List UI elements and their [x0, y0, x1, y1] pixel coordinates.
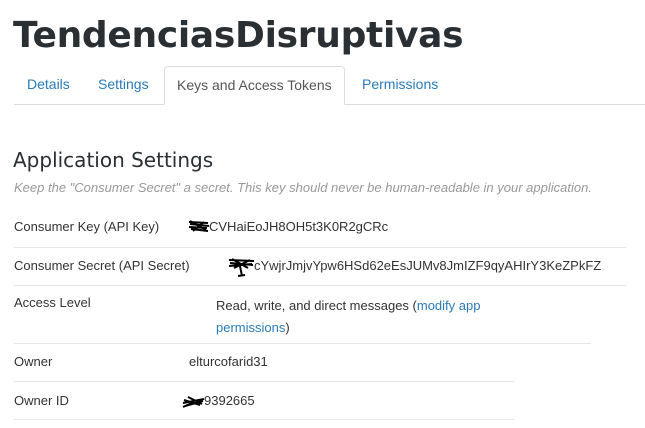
section-note: Keep the "Consumer Secret" a secret. Thi… [14, 180, 592, 195]
consumer-secret-label: Consumer Secret (API Secret) [14, 258, 190, 273]
consumer-key-row: Consumer Key (API Key) CVHaiEoJH8OH5t3K0… [14, 210, 626, 248]
tab-permissions[interactable]: Permissions [362, 66, 438, 103]
section-title: Application Settings [13, 148, 214, 172]
consumer-key-label: Consumer Key (API Key) [14, 219, 160, 234]
access-level-suffix: ) [285, 320, 290, 335]
owner-row: Owner elturcofarid31 [14, 343, 514, 382]
access-level-row: Access Level Read, write, and direct mes… [14, 285, 591, 344]
tab-bar: Details Settings Keys and Access Tokens … [14, 66, 645, 105]
access-level-value: Read, write, and direct messages (modify… [216, 295, 480, 339]
access-level-label: Access Level [14, 295, 91, 310]
modify-app-permissions-link[interactable]: modify app [417, 298, 481, 313]
owner-value: elturcofarid31 [189, 354, 268, 369]
tab-keys-and-access-tokens[interactable]: Keys and Access Tokens [164, 66, 345, 105]
app-title: TendenciasDisruptivas [13, 15, 464, 56]
owner-id-value: 9392665 [204, 393, 255, 408]
modify-app-permissions-link-line2[interactable]: permissions [216, 320, 285, 335]
owner-id-label: Owner ID [14, 393, 69, 408]
tab-settings[interactable]: Settings [98, 66, 149, 103]
owner-id-row: Owner ID 9392665 [14, 381, 514, 420]
redaction-scribble-icon [228, 258, 255, 277]
consumer-secret-value: cYwjrJmjvYpw6HSd62eEsJUMv8JmIZF9qyAHIrY3… [254, 258, 602, 273]
owner-label: Owner [14, 354, 53, 369]
access-level-text: Read, write, and direct messages ( [216, 298, 417, 313]
tab-details[interactable]: Details [27, 66, 70, 103]
redaction-scribble-icon [182, 396, 205, 408]
consumer-key-value: CVHaiEoJH8OH5t3K0R2gCRc [209, 219, 389, 234]
redaction-scribble-icon [188, 220, 210, 232]
consumer-secret-row: Consumer Secret (API Secret) cYwjrJmjvYp… [14, 247, 626, 286]
